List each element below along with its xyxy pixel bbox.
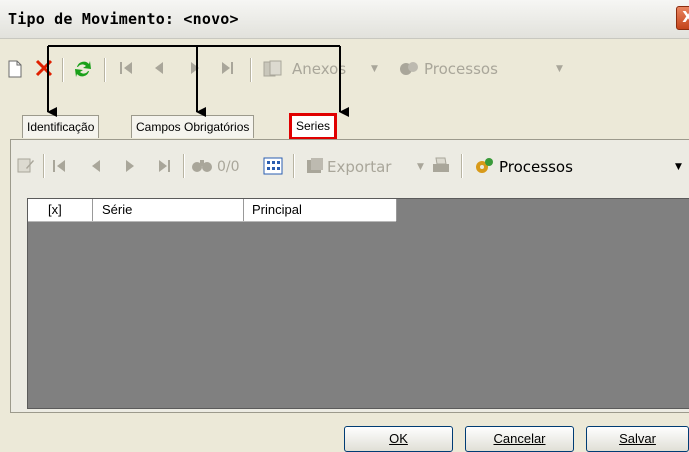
save-button-label: Salvar bbox=[619, 431, 656, 446]
series-panel: 0/0 Exportar ▼ Processos ▼ [x] Série Pri… bbox=[10, 139, 689, 413]
tab-identificacao[interactable]: Identificação bbox=[22, 115, 100, 138]
main-toolbar: Anexos ▼ Processos ▼ bbox=[0, 50, 689, 98]
anexos-dropdown-icon[interactable]: ▼ bbox=[371, 64, 378, 74]
tab-series[interactable]: Series bbox=[289, 113, 338, 140]
save-button[interactable]: Salvar bbox=[586, 426, 689, 452]
ok-button-label: OK bbox=[389, 431, 408, 446]
column-header-serie-label: Série bbox=[102, 202, 133, 217]
processes-gear-icon[interactable] bbox=[473, 156, 495, 181]
toolbar-separator bbox=[62, 58, 64, 82]
refresh-icon[interactable] bbox=[72, 58, 94, 85]
next-record-icon[interactable] bbox=[188, 60, 202, 81]
close-button[interactable]: X bbox=[676, 6, 689, 30]
toolbar-separator bbox=[43, 154, 45, 178]
delete-icon[interactable] bbox=[34, 58, 54, 83]
column-header-select-label: [x] bbox=[48, 202, 62, 217]
first-record-icon[interactable] bbox=[51, 158, 67, 179]
export-icon[interactable] bbox=[305, 157, 325, 180]
attachment-icon[interactable] bbox=[263, 60, 283, 83]
tab-strip: Identificação Campos Obrigatórios Series bbox=[0, 113, 689, 140]
previous-record-icon[interactable] bbox=[89, 158, 103, 179]
tab-campos-obrigatorios[interactable]: Campos Obrigatórios bbox=[131, 115, 255, 138]
processos-button[interactable]: Processos bbox=[424, 60, 498, 78]
last-record-icon[interactable] bbox=[220, 60, 236, 81]
toolbar-separator bbox=[104, 58, 106, 82]
processos-grid-button[interactable]: Processos bbox=[499, 158, 573, 176]
exportar-button[interactable]: Exportar bbox=[327, 158, 391, 176]
cancel-button-label: Cancelar bbox=[493, 431, 546, 446]
column-header-principal[interactable]: Principal bbox=[244, 199, 397, 221]
last-record-icon[interactable] bbox=[157, 158, 173, 179]
title-bar: Tipo de Movimento: <novo> X bbox=[0, 0, 689, 39]
toolbar-separator bbox=[183, 154, 185, 178]
series-grid[interactable]: [x] Série Principal bbox=[27, 198, 689, 409]
grid-columns-icon[interactable] bbox=[263, 157, 283, 180]
print-icon[interactable] bbox=[431, 156, 451, 181]
grid-toolbar: 0/0 Exportar ▼ Processos ▼ bbox=[11, 148, 689, 188]
anexos-button[interactable]: Anexos bbox=[292, 60, 346, 78]
record-counter: 0/0 bbox=[217, 159, 240, 175]
column-header-serie[interactable]: Série bbox=[93, 199, 244, 221]
binoculars-icon[interactable] bbox=[191, 156, 213, 179]
first-record-icon[interactable] bbox=[118, 60, 134, 81]
column-header-principal-label: Principal bbox=[252, 202, 302, 217]
toolbar-separator bbox=[461, 154, 463, 178]
window-title: Tipo de Movimento: <novo> bbox=[8, 10, 239, 28]
ok-button[interactable]: OK bbox=[344, 426, 453, 452]
processos-grid-dropdown-icon[interactable]: ▼ bbox=[675, 162, 682, 172]
grid-header: [x] Série Principal bbox=[28, 199, 397, 222]
close-icon: X bbox=[682, 8, 689, 26]
previous-record-icon[interactable] bbox=[152, 60, 166, 81]
toolbar-separator bbox=[293, 154, 295, 178]
next-record-icon[interactable] bbox=[123, 158, 137, 179]
cancel-button[interactable]: Cancelar bbox=[465, 426, 574, 452]
column-header-select[interactable]: [x] bbox=[28, 199, 93, 221]
edit-record-icon[interactable] bbox=[17, 156, 35, 179]
exportar-dropdown-icon[interactable]: ▼ bbox=[417, 162, 424, 172]
toolbar-separator bbox=[250, 58, 252, 82]
new-document-icon[interactable] bbox=[8, 60, 22, 83]
process-icon[interactable] bbox=[398, 60, 420, 83]
processos-dropdown-icon[interactable]: ▼ bbox=[556, 64, 563, 74]
